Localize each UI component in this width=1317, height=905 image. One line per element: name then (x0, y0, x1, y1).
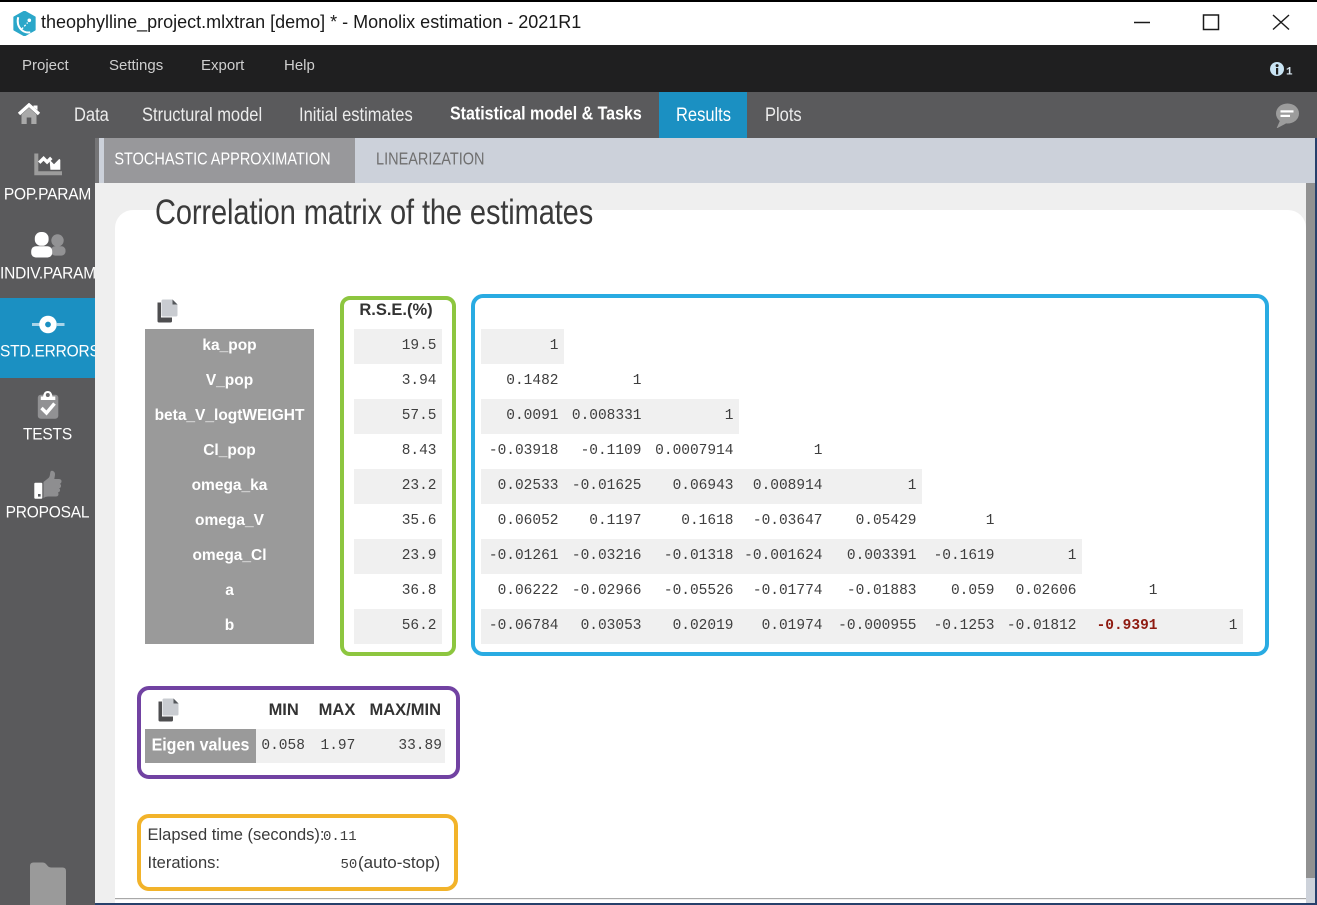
svg-text:1: 1 (1286, 67, 1293, 79)
